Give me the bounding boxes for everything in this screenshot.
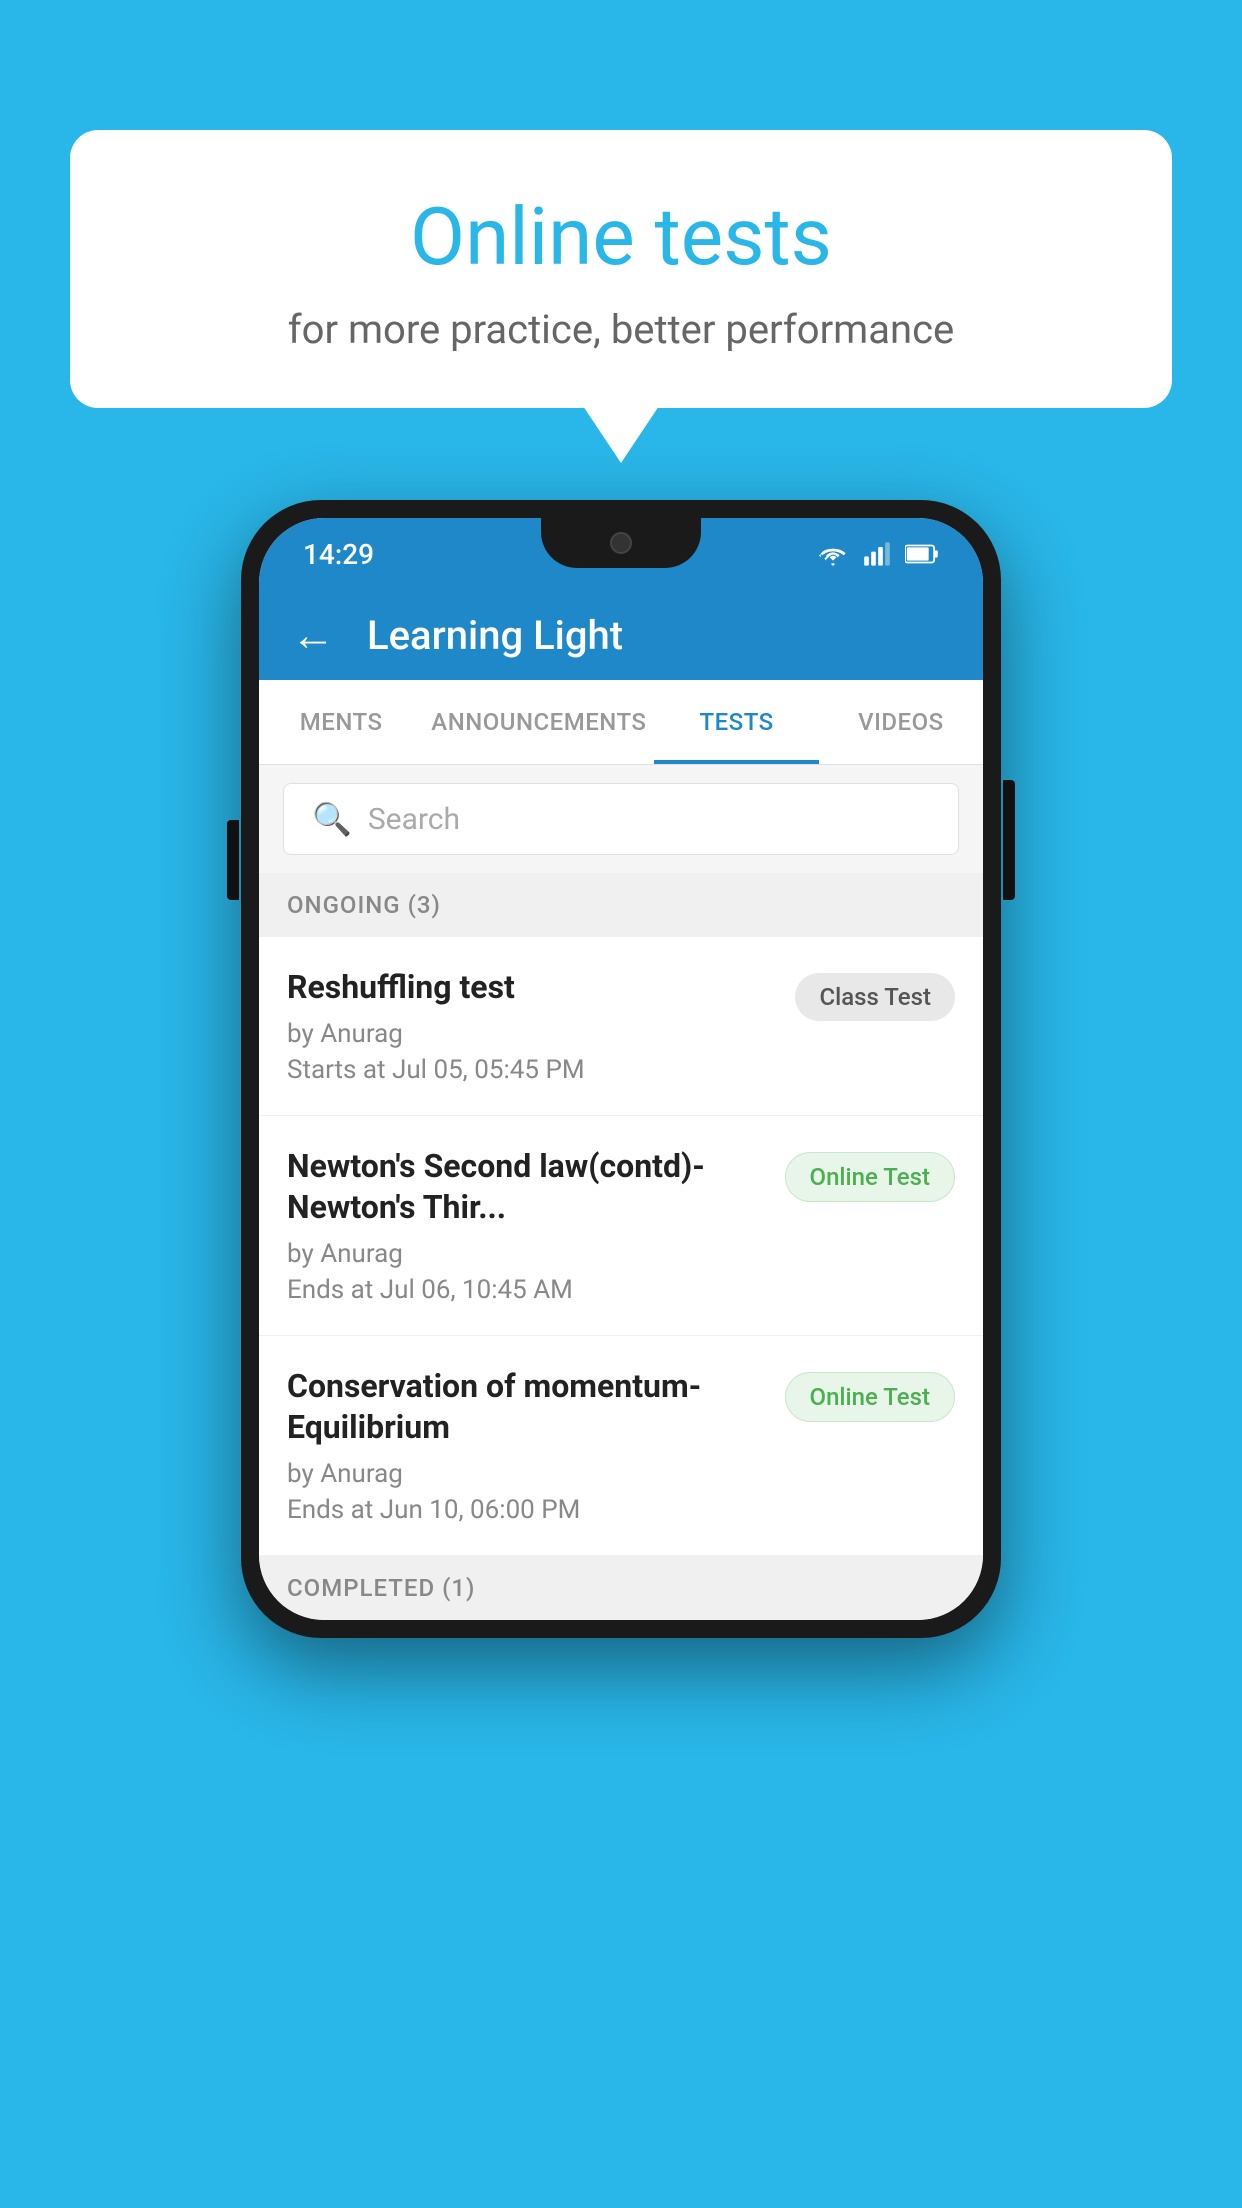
test-badge-2: Online Test [785, 1152, 955, 1202]
tab-tests[interactable]: TESTS [654, 680, 818, 764]
app-title: Learning Light [367, 612, 623, 659]
test-author-2: by Anurag [287, 1239, 765, 1269]
status-icons [817, 540, 939, 568]
notch [541, 518, 701, 568]
test-name-3: Conservation of momentum-Equilibrium [287, 1366, 765, 1449]
test-badge-3: Online Test [785, 1372, 955, 1422]
tab-ments[interactable]: MENTS [259, 680, 423, 764]
test-author-1: by Anurag [287, 1019, 775, 1049]
speech-bubble-container: Online tests for more practice, better p… [70, 130, 1172, 408]
phone-outer: 14:29 [241, 500, 1001, 1638]
test-item-conservation[interactable]: Conservation of momentum-Equilibrium by … [259, 1336, 983, 1556]
test-name-1: Reshuffling test [287, 967, 775, 1009]
test-info-2: Newton's Second law(contd)-Newton's Thir… [287, 1146, 765, 1305]
speech-bubble: Online tests for more practice, better p… [70, 130, 1172, 408]
status-bar: 14:29 [259, 518, 983, 590]
camera [610, 532, 632, 554]
bubble-title: Online tests [150, 190, 1092, 284]
test-date-3: Ends at Jun 10, 06:00 PM [287, 1495, 765, 1525]
phone-wrapper: 14:29 [241, 500, 1001, 1638]
phone-screen: 14:29 [259, 518, 983, 1620]
app-header: ← Learning Light [259, 590, 983, 680]
test-author-3: by Anurag [287, 1459, 765, 1489]
test-badge-1: Class Test [795, 973, 955, 1021]
test-name-2: Newton's Second law(contd)-Newton's Thir… [287, 1146, 765, 1229]
test-item-newton[interactable]: Newton's Second law(contd)-Newton's Thir… [259, 1116, 983, 1336]
wifi-icon [817, 542, 849, 566]
search-icon: 🔍 [312, 800, 352, 838]
bubble-subtitle: for more practice, better performance [150, 306, 1092, 353]
tab-announcements[interactable]: ANNOUNCEMENTS [423, 680, 654, 764]
tab-videos[interactable]: VIDEOS [819, 680, 983, 764]
section-completed-header: COMPLETED (1) [259, 1556, 983, 1620]
test-info-3: Conservation of momentum-Equilibrium by … [287, 1366, 765, 1525]
search-box[interactable]: 🔍 Search [283, 783, 959, 855]
battery-icon [905, 542, 939, 566]
back-button[interactable]: ← [291, 613, 335, 657]
test-item-reshuffling[interactable]: Reshuffling test by Anurag Starts at Jul… [259, 937, 983, 1116]
search-placeholder: Search [368, 802, 460, 837]
section-ongoing-header: ONGOING (3) [259, 873, 983, 937]
tabs-container: MENTS ANNOUNCEMENTS TESTS VIDEOS [259, 680, 983, 765]
status-time: 14:29 [303, 538, 374, 571]
search-container: 🔍 Search [259, 765, 983, 873]
test-date-2: Ends at Jul 06, 10:45 AM [287, 1275, 765, 1305]
test-info-1: Reshuffling test by Anurag Starts at Jul… [287, 967, 775, 1085]
signal-icon [863, 540, 891, 568]
test-date-1: Starts at Jul 05, 05:45 PM [287, 1055, 775, 1085]
